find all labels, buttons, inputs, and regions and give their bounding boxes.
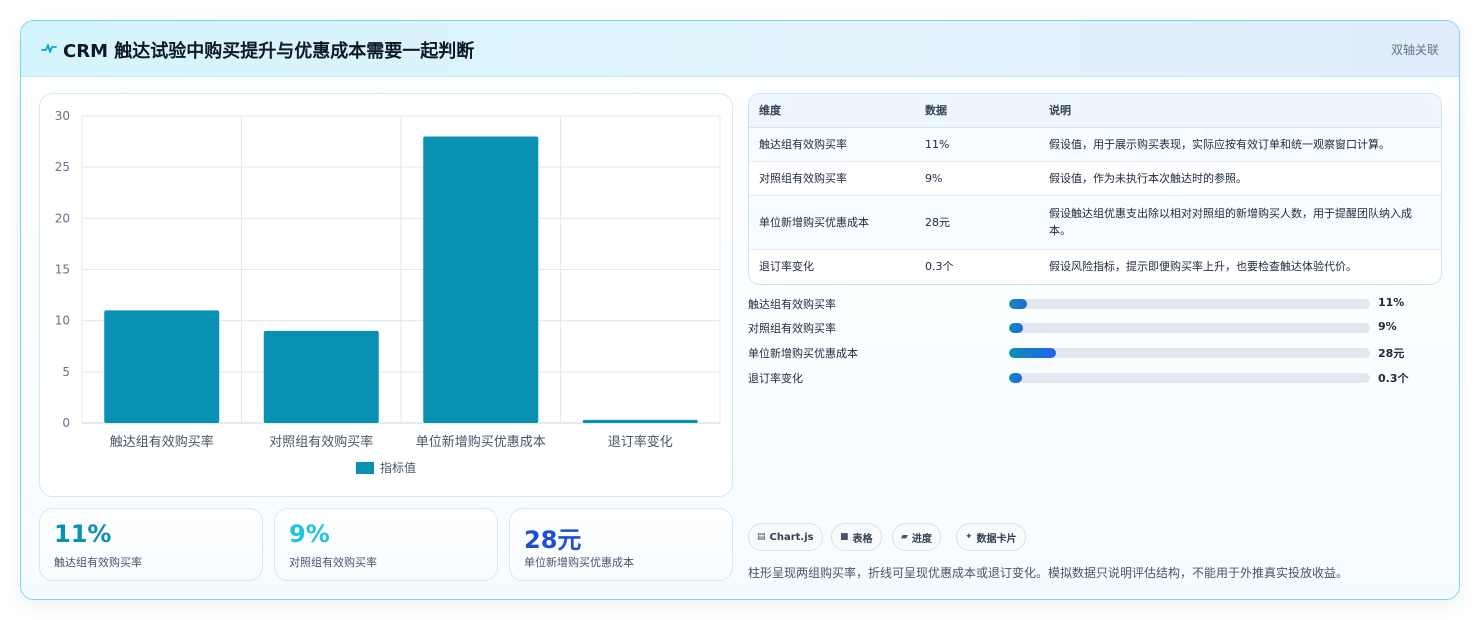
table-cell: 11% <box>915 127 1039 162</box>
progress-fill <box>1009 348 1056 358</box>
progress-label: 退订率变化 <box>748 372 803 385</box>
x-tick-label: 触达组有效购买率 <box>110 434 214 450</box>
stat-card-control: 9% 对照组有效购买率 <box>274 508 498 581</box>
progress-label: 对照组有效购买率 <box>748 322 836 335</box>
table-cell: 0.3个 <box>925 260 954 274</box>
progress-row: 退订率变化 0.3个 <box>748 368 1442 388</box>
main-card: CRM 触达试验中购买提升与优惠成本需要一起判断 双轴关联 0 5 10 15 20 25… <box>20 20 1460 600</box>
progress-row: 单位新增购买优惠成本 28元 <box>748 343 1442 363</box>
legend-swatch <box>356 462 374 474</box>
progress-label: 单位新增购买优惠成本 <box>748 347 858 360</box>
chart-icon: ▤ <box>757 532 766 542</box>
legend-label: 指标值 <box>380 460 416 475</box>
progress-fill <box>1009 373 1022 383</box>
progress-value: 28元 <box>1378 347 1405 360</box>
y-tick-label: 0 <box>62 416 70 430</box>
y-tick-label: 20 <box>55 211 70 225</box>
table-cell: 假设值，作为未执行本次触达时的参照。 <box>1039 161 1441 196</box>
bar <box>582 419 698 423</box>
progress-track <box>1009 373 1370 383</box>
stat-label: 单位新增购买优惠成本 <box>524 556 634 569</box>
progress-row: 对照组有效购买率 9% <box>748 318 1442 338</box>
table-header-cell: 说明 <box>1039 94 1441 128</box>
bar <box>104 310 220 423</box>
stat-card-cost: 28元 单位新增购买优惠成本 <box>509 508 733 581</box>
chip-data-card[interactable]: ✦ 数据卡片 <box>956 523 1026 551</box>
chip-progress[interactable]: ▰ 进度 <box>892 523 941 551</box>
progress-fill <box>1009 323 1024 333</box>
stat-value: 9% <box>289 520 330 548</box>
y-tick-label: 15 <box>55 263 70 277</box>
table-header-cell: 数据 <box>915 94 1039 128</box>
bar-chart: 0 5 10 15 20 25 30 触达组有效购买率 对照组有效购买率 单位新增购买优惠成本 退订… <box>55 109 721 475</box>
table-cell: 假设触达组优惠支出除以相对对照组的新增购买人数，用于提醒团队纳入成本。 <box>1039 195 1441 250</box>
footnote: 柱形呈现两组购买率，折线可呈现优惠成本或退订变化。模拟数据只说明评估结构，不能用… <box>748 566 1349 580</box>
progress-row: 触达组有效购买率 11% <box>748 294 1442 314</box>
table-cell: 假设风险指标，提示即便购买率上升，也要检查触达体验代价。 <box>1049 260 1357 274</box>
stat-label: 触达组有效购买率 <box>54 556 142 569</box>
metrics-table: 维度 数据 说明 触达组有效购买率 11% 假设值，用于展示购买表现，实际应按有… <box>748 93 1442 285</box>
card-header: CRM 触达试验中购买提升与优惠成本需要一起判断 双轴关联 <box>21 21 1459 77</box>
table-header-cell: 维度 <box>749 94 915 128</box>
y-tick-label: 5 <box>62 365 70 379</box>
progress-track <box>1009 348 1370 358</box>
progress-track <box>1009 299 1370 309</box>
progress-track <box>1009 323 1370 333</box>
table-row: 退订率变化 0.3个 假设风险指标，提示即便购买率上升，也要检查触达体验代价。 <box>749 249 1441 284</box>
bar <box>263 330 379 423</box>
progress-label: 触达组有效购买率 <box>748 298 836 311</box>
bar <box>423 136 539 423</box>
y-tick-label: 25 <box>55 160 70 174</box>
chip-table[interactable]: ■ 表格 <box>831 523 882 551</box>
stat-value: 28元 <box>524 526 582 554</box>
x-tick-label: 退订率变化 <box>608 434 673 450</box>
table-cell: 单位新增购买优惠成本 <box>749 195 915 250</box>
table-row: 单位新增购买优惠成本 28元 假设触达组优惠支出除以相对对照组的新增购买人数，用… <box>749 195 1441 250</box>
bar-chart-panel: 0 5 10 15 20 25 30 触达组有效购买率 对照组有效购买率 单位新增购买优惠成本 退订… <box>39 93 733 497</box>
progress-fill <box>1009 299 1028 309</box>
stat-card-treatment: 11% 触达组有效购买率 <box>39 508 263 581</box>
chip-label: Chart.js <box>769 531 814 543</box>
stat-value: 11% <box>54 520 112 548</box>
progress-value: 11% <box>1378 296 1405 309</box>
x-tick-label: 单位新增购买优惠成本 <box>416 434 546 450</box>
chip-chartjs[interactable]: ▤ Chart.js <box>748 523 823 551</box>
table-cell: 假设值，用于展示购买表现，实际应按有效订单和统一观察窗口计算。 <box>1039 127 1441 162</box>
table-cell: 退订率变化 <box>759 260 814 274</box>
table-cell: 9% <box>915 161 1039 196</box>
x-tick-label: 对照组有效购买率 <box>269 434 373 450</box>
chip-label: 数据卡片 <box>976 533 1017 545</box>
pulse-icon <box>41 44 57 53</box>
y-tick-label: 10 <box>55 314 70 328</box>
sparkle-icon: ✦ <box>965 532 973 542</box>
table-icon: ■ <box>840 532 849 542</box>
progress-icon: ▰ <box>901 532 908 542</box>
progress-value: 0.3个 <box>1378 372 1409 385</box>
y-tick-label: 30 <box>55 109 70 123</box>
table-cell: 28元 <box>915 195 1039 250</box>
table-header-row: 维度 数据 说明 <box>749 94 1441 128</box>
page-title: CRM 触达试验中购买提升与优惠成本需要一起判断 <box>63 41 475 62</box>
table-cell: 对照组有效购买率 <box>749 161 915 196</box>
header-badge: 双轴关联 <box>1390 43 1439 57</box>
table-row: 触达组有效购买率 11% 假设值，用于展示购买表现，实际应按有效订单和统一观察窗… <box>749 127 1441 162</box>
chip-label: 进度 <box>911 533 932 545</box>
stat-label: 对照组有效购买率 <box>289 556 377 569</box>
chip-label: 表格 <box>852 533 873 545</box>
table-row: 对照组有效购买率 9% 假设值，作为未执行本次触达时的参照。 <box>749 161 1441 196</box>
progress-value: 9% <box>1378 320 1397 333</box>
table-cell: 触达组有效购买率 <box>749 127 915 162</box>
